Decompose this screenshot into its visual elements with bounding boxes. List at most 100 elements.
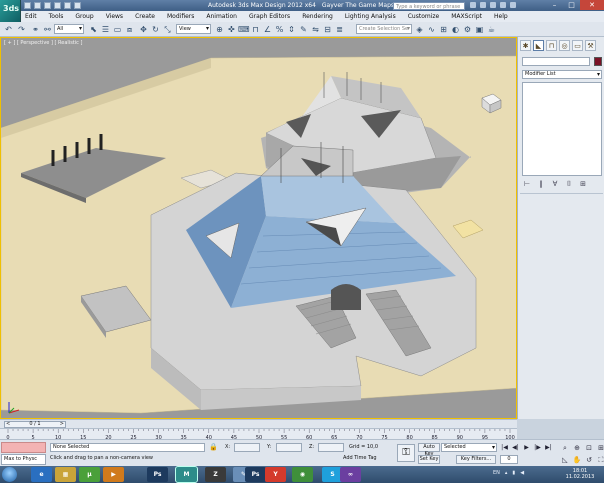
named-selection-sets-input[interactable]: Create Selection Se bbox=[356, 24, 412, 34]
menu-tools[interactable]: Tools bbox=[43, 11, 70, 22]
select-by-name-icon[interactable]: ☰ bbox=[100, 24, 111, 35]
z-coordinate-field[interactable] bbox=[318, 443, 344, 452]
select-link-icon[interactable]: ⚭ bbox=[30, 24, 41, 35]
show-end-result-icon[interactable]: ‖ bbox=[536, 180, 546, 189]
zoom-extents-icon[interactable]: ⊡ bbox=[584, 443, 594, 453]
visual-studio-icon[interactable]: ∞ bbox=[340, 467, 361, 482]
menu-help[interactable]: Help bbox=[488, 11, 514, 22]
menu-customize[interactable]: Customize bbox=[402, 11, 446, 22]
open-file-icon[interactable] bbox=[34, 2, 41, 9]
maximize-viewport-icon[interactable]: ⛶ bbox=[596, 455, 604, 465]
explorer-icon[interactable]: ▦ bbox=[55, 467, 76, 482]
curve-editor-icon[interactable]: ∿ bbox=[426, 24, 437, 35]
time-slider[interactable]: 0 / 1 bbox=[0, 419, 517, 428]
maximize-button[interactable]: □ bbox=[563, 0, 580, 10]
save-file-icon[interactable] bbox=[44, 2, 51, 9]
selection-filter-dropdown[interactable]: All bbox=[54, 24, 84, 34]
object-color-swatch[interactable] bbox=[594, 57, 602, 66]
app-menu-button[interactable]: 3ds bbox=[0, 0, 21, 22]
layer-manager-icon[interactable]: ≣ bbox=[334, 24, 345, 35]
redo-quick-icon[interactable] bbox=[64, 2, 71, 9]
yandex-icon[interactable]: Y bbox=[265, 467, 286, 482]
utorrent-icon[interactable]: µ bbox=[79, 467, 100, 482]
x-coordinate-field[interactable] bbox=[234, 443, 260, 452]
subscription-icon[interactable] bbox=[480, 2, 486, 8]
next-frame-icon[interactable]: |▶ bbox=[533, 443, 542, 452]
set-key-icon[interactable]: ⚿ bbox=[397, 444, 415, 462]
move-icon[interactable]: ✥ bbox=[138, 24, 149, 35]
keyboard-shortcut-icon[interactable]: ⌨ bbox=[238, 24, 250, 35]
snaps-icon[interactable]: ⊓ bbox=[250, 24, 261, 35]
tray-arrow-icon[interactable]: ▴ bbox=[505, 470, 508, 476]
language-indicator[interactable]: EN bbox=[493, 470, 500, 476]
close-button[interactable]: ✕ bbox=[580, 0, 604, 10]
menu-edit[interactable]: Edit bbox=[21, 11, 43, 22]
set-key-button[interactable]: Set Key bbox=[418, 455, 440, 464]
project-folder-icon[interactable] bbox=[74, 2, 81, 9]
select-icon[interactable]: ⬉ bbox=[88, 24, 99, 35]
perspective-viewport[interactable]: [ + ] [ Perspective ] [ Realistic ] bbox=[0, 37, 517, 419]
start-button[interactable] bbox=[2, 467, 17, 482]
prev-frame-icon[interactable]: ◀| bbox=[511, 443, 520, 452]
pivot-icon[interactable]: ⊕ bbox=[214, 24, 225, 35]
chrome-icon[interactable]: ◉ bbox=[292, 467, 313, 482]
orbit-icon[interactable]: ↺ bbox=[584, 455, 594, 465]
schematic-view-icon[interactable]: ⊞ bbox=[438, 24, 449, 35]
help-icon[interactable] bbox=[510, 2, 516, 8]
undo-quick-icon[interactable] bbox=[54, 2, 61, 9]
goto-end-icon[interactable]: ▶| bbox=[544, 443, 553, 452]
graphite-icon[interactable]: ◈ bbox=[414, 24, 425, 35]
modifier-stack[interactable] bbox=[522, 82, 602, 176]
menu-modifiers[interactable]: Modifiers bbox=[161, 11, 200, 22]
search-input[interactable]: Type a keyword or phrase bbox=[393, 2, 465, 10]
menu-create[interactable]: Create bbox=[129, 11, 161, 22]
search-icon[interactable] bbox=[470, 2, 476, 8]
material-editor-icon[interactable]: ◐ bbox=[450, 24, 461, 35]
network-icon[interactable]: ▮ bbox=[512, 470, 515, 476]
play-icon[interactable]: ▶ bbox=[522, 443, 531, 452]
edit-named-selection-icon[interactable]: ✎ bbox=[298, 24, 309, 35]
spinner-snap-icon[interactable]: ⇕ bbox=[286, 24, 297, 35]
menu-group[interactable]: Group bbox=[69, 11, 99, 22]
undo-icon[interactable]: ↶ bbox=[3, 24, 14, 35]
photoshop-icon-2[interactable]: Ps bbox=[245, 467, 266, 482]
menu-lighting-analysis[interactable]: Lighting Analysis bbox=[339, 11, 402, 22]
menu-rendering[interactable]: Rendering bbox=[296, 11, 339, 22]
selection-lock-icon[interactable]: 🔒 bbox=[209, 444, 218, 451]
angle-snap-icon[interactable]: ∠ bbox=[262, 24, 273, 35]
menu-views[interactable]: Views bbox=[100, 11, 129, 22]
render-setup-icon[interactable]: ⚙ bbox=[462, 24, 473, 35]
maxscript-listener-input[interactable]: Max to Physc bbox=[1, 454, 46, 465]
zoom-icon[interactable]: ⌕ bbox=[560, 443, 570, 453]
display-tab-icon[interactable]: ▭ bbox=[572, 40, 583, 51]
scale-icon[interactable]: ⤡ bbox=[162, 24, 173, 35]
remove-modifier-icon[interactable]: ⌷ bbox=[564, 180, 574, 189]
volume-icon[interactable]: ◀ bbox=[520, 470, 524, 476]
make-unique-icon[interactable]: ∀ bbox=[550, 180, 560, 189]
y-coordinate-field[interactable] bbox=[276, 443, 302, 452]
selected-set-dropdown[interactable]: Selected bbox=[441, 443, 497, 452]
favorites-icon[interactable] bbox=[500, 2, 506, 8]
create-tab-icon[interactable]: ✱ bbox=[520, 40, 531, 51]
rotate-icon[interactable]: ↻ bbox=[150, 24, 161, 35]
menu-graph-editors[interactable]: Graph Editors bbox=[243, 11, 296, 22]
add-time-tag[interactable]: Add Time Tag bbox=[343, 455, 377, 461]
media-player-icon[interactable]: ▶ bbox=[103, 467, 124, 482]
mirror-icon[interactable]: ⇋ bbox=[310, 24, 321, 35]
current-frame-field[interactable]: 0 bbox=[500, 455, 518, 464]
percent-snap-icon[interactable]: % bbox=[274, 24, 285, 35]
pan-icon[interactable]: ✋ bbox=[572, 455, 582, 465]
zoom-extents-all-icon[interactable]: ⊞ bbox=[596, 443, 604, 453]
new-file-icon[interactable] bbox=[24, 2, 31, 9]
redo-icon[interactable]: ↷ bbox=[16, 24, 27, 35]
configure-modifier-sets-icon[interactable]: ⊞ bbox=[578, 180, 588, 189]
ie-icon[interactable]: e bbox=[31, 467, 52, 482]
track-bar[interactable]: 0 5 10 15 20 25 30 35 40 45 50 55 60 65 70 75 80 85 90 95 10… bbox=[0, 428, 517, 439]
window-crossing-icon[interactable]: ⧈ bbox=[124, 24, 135, 35]
rect-region-icon[interactable]: ▭ bbox=[112, 24, 123, 35]
hierarchy-tab-icon[interactable]: ⊓ bbox=[546, 40, 557, 51]
reference-coord-dropdown[interactable]: View bbox=[176, 24, 211, 34]
modifier-list-dropdown[interactable]: Modifier List bbox=[522, 70, 602, 79]
communication-icon[interactable] bbox=[490, 2, 496, 8]
menu-maxscript[interactable]: MAXScript bbox=[445, 11, 488, 22]
